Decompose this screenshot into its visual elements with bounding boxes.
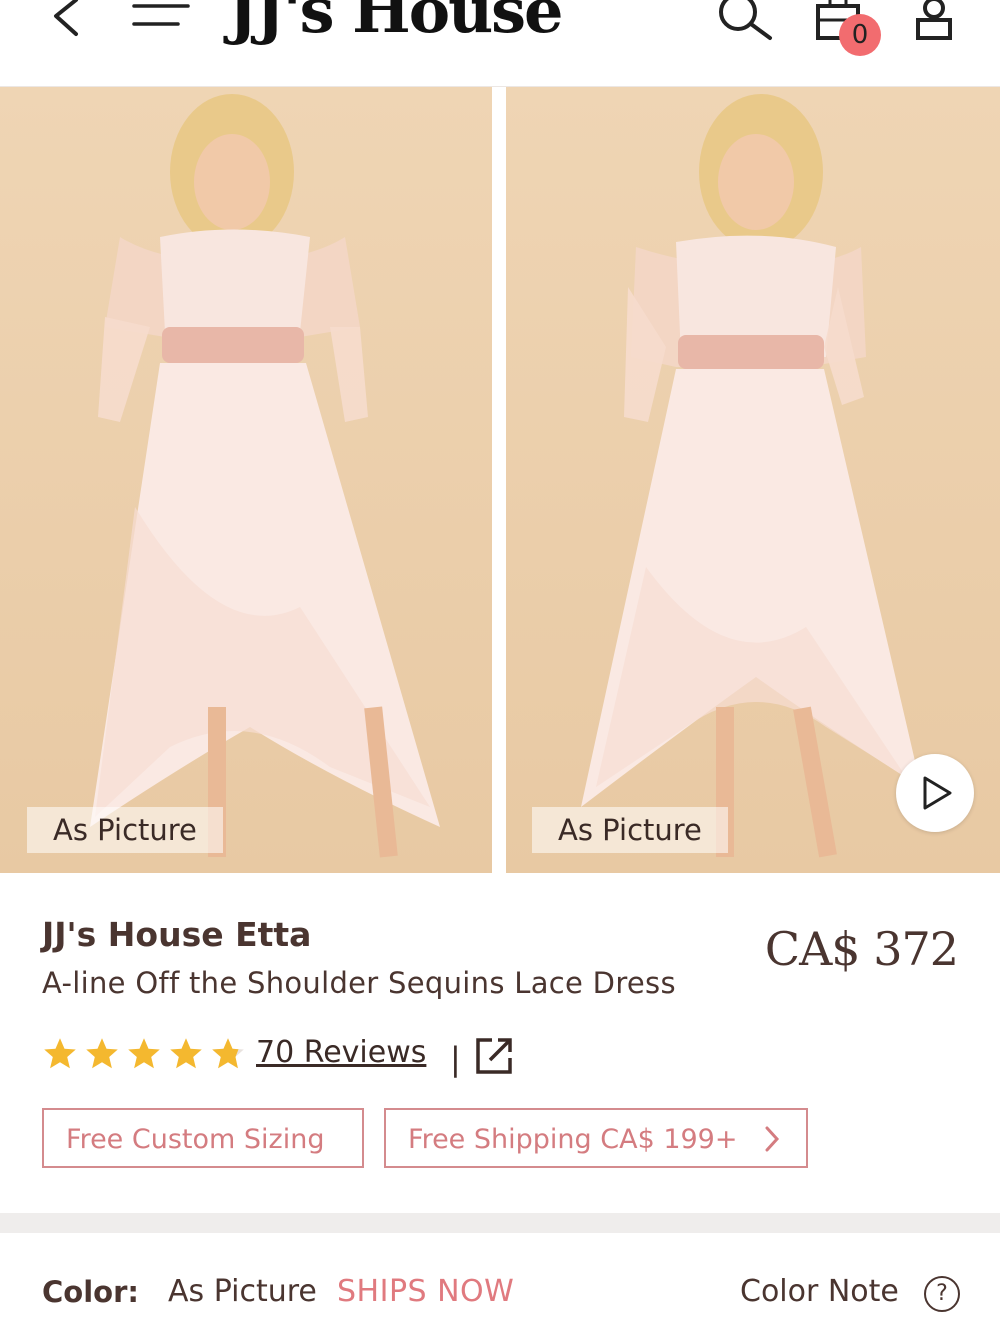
product-subtitle: A-line Off the Shoulder Sequins Lace Dre… <box>42 966 676 1000</box>
ships-now-label: SHIPS NOW <box>337 1274 515 1309</box>
product-gallery[interactable]: As Picture As Picture <box>0 87 1000 873</box>
free-custom-sizing-label: Free Custom Sizing <box>66 1124 325 1155</box>
star-icon <box>170 1038 202 1069</box>
share-icon[interactable] <box>474 1036 514 1076</box>
reviews-link[interactable]: 70 Reviews <box>256 1035 426 1070</box>
help-icon[interactable]: ? <box>924 1276 960 1312</box>
star-icon <box>86 1038 118 1069</box>
star-icon <box>128 1038 160 1069</box>
free-custom-sizing-badge[interactable]: Free Custom Sizing <box>42 1108 364 1168</box>
search-icon[interactable] <box>716 0 774 42</box>
star-half-icon <box>212 1038 244 1069</box>
logo[interactable]: JJ's House <box>228 0 564 42</box>
menu-icon[interactable] <box>132 0 190 30</box>
section-divider <box>0 1213 1000 1233</box>
dress-illustration-1 <box>90 94 440 858</box>
color-note-link[interactable]: Color Note <box>740 1274 899 1309</box>
free-shipping-badge[interactable]: Free Shipping CA$ 199+ <box>384 1108 808 1168</box>
color-label: Color: <box>42 1275 139 1309</box>
play-icon <box>923 776 952 810</box>
account-icon[interactable] <box>914 0 954 42</box>
cart-count-badge: 0 <box>839 14 881 56</box>
chevron-right-icon <box>765 1126 780 1152</box>
product-price: CA$ 372 <box>764 922 959 976</box>
product-image-1[interactable] <box>0 87 492 873</box>
free-shipping-label: Free Shipping CA$ 199+ <box>408 1124 738 1155</box>
app-header: JJ's House 0 <box>0 0 1000 87</box>
product-brand: JJ's House Etta <box>42 915 312 954</box>
rating-stars <box>42 1036 252 1076</box>
image-tag-1: As Picture <box>27 807 223 853</box>
video-play-button[interactable] <box>896 754 974 832</box>
separator: | <box>450 1040 461 1078</box>
color-value: As Picture <box>168 1274 317 1309</box>
star-icon <box>44 1038 76 1069</box>
back-icon[interactable] <box>48 0 84 40</box>
image-tag-2: As Picture <box>532 807 728 853</box>
